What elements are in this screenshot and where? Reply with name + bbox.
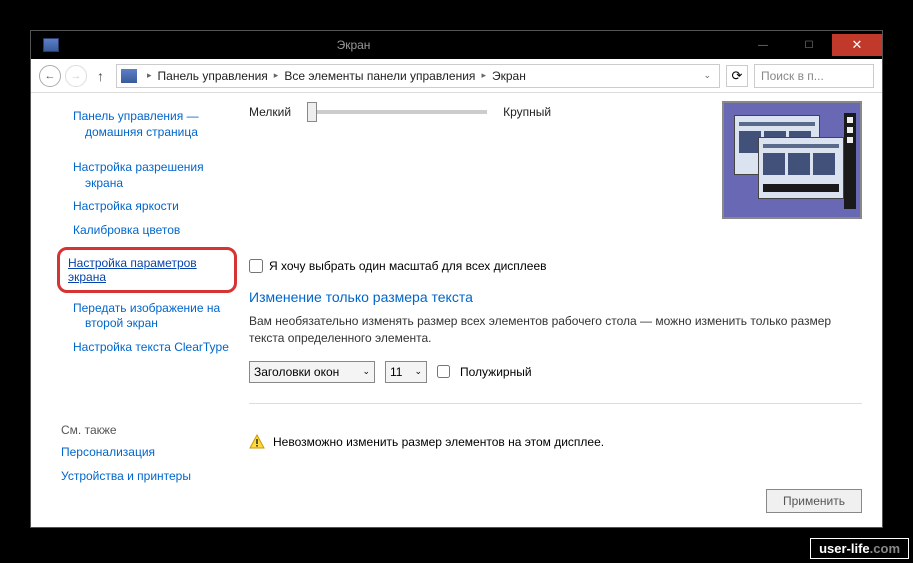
up-button[interactable]: ↑ <box>97 68 104 84</box>
breadcrumb-dropdown[interactable]: ⌄ <box>699 70 715 81</box>
app-icon <box>43 38 59 52</box>
forward-button[interactable]: → <box>65 65 87 87</box>
shield-icon <box>31 222 41 236</box>
sidebar-link-home[interactable]: Панель управления — домашняя страница <box>55 105 237 144</box>
warning-text: Невозможно изменить размер элементов на … <box>273 435 604 449</box>
sidebar-link-label: Настройка параметров экрана <box>68 256 197 284</box>
uniform-scale-checkbox[interactable] <box>249 259 263 273</box>
titlebar: Экран — ☐ ✕ <box>31 31 882 59</box>
breadcrumb-bar[interactable]: ▸ Панель управления ▸ Все элементы панел… <box>116 64 720 88</box>
search-input[interactable]: Поиск в п... <box>754 64 874 88</box>
minimize-button[interactable]: — <box>740 34 786 56</box>
sidebar-link-calibration[interactable]: Калибровка цветов <box>55 219 237 243</box>
warning-icon <box>249 434 265 450</box>
bold-checkbox[interactable] <box>437 365 450 378</box>
see-also-label: См. также <box>61 419 237 441</box>
breadcrumb-sep: ▸ <box>270 70 283 81</box>
sidebar-link-brightness[interactable]: Настройка яркости <box>55 195 237 219</box>
sidebar-link-params-highlighted[interactable]: Настройка параметров экрана <box>57 247 237 293</box>
preview-scrollbar <box>844 113 856 209</box>
apply-button[interactable]: Применить <box>766 489 862 513</box>
slider-label-large: Крупный <box>503 105 551 119</box>
back-button[interactable]: ← <box>39 65 61 87</box>
sidebar-link-label: Калибровка цветов <box>73 223 180 237</box>
control-panel-window: Экран — ☐ ✕ ← → ↑ ▸ Панель управления ▸ … <box>30 30 883 528</box>
breadcrumb-part[interactable]: Экран <box>490 69 528 83</box>
sidebar-see-also: См. также Персонализация Устройства и пр… <box>43 419 237 488</box>
close-button[interactable]: ✕ <box>832 34 882 56</box>
checkbox-label: Я хочу выбрать один масштаб для всех дис… <box>269 259 547 273</box>
breadcrumb-part[interactable]: Все элементы панели управления <box>282 69 477 83</box>
slider-label-small: Мелкий <box>249 105 291 119</box>
divider <box>249 403 862 404</box>
chevron-down-icon: ⌄ <box>414 366 422 377</box>
sidebar-link-devices[interactable]: Устройства и принтеры <box>61 465 237 489</box>
text-size-controls: Заголовки окон ⌄ 11 ⌄ Полужирный <box>249 361 862 383</box>
sidebar-link-cleartype[interactable]: Настройка текста ClearType <box>55 336 237 360</box>
display-preview <box>722 101 862 219</box>
scaling-slider[interactable] <box>307 110 487 114</box>
window-controls: — ☐ ✕ <box>740 34 882 56</box>
warning-row: Невозможно изменить размер элементов на … <box>249 434 862 450</box>
text-size-heading: Изменение только размера текста <box>249 289 862 305</box>
sidebar-link-cast[interactable]: Передать изображение на второй экран <box>55 297 237 336</box>
breadcrumb-sep: ▸ <box>477 70 490 81</box>
navigation-toolbar: ← → ↑ ▸ Панель управления ▸ Все элементы… <box>31 59 882 93</box>
maximize-button[interactable]: ☐ <box>786 34 832 56</box>
refresh-button[interactable]: ⟳ <box>726 65 748 87</box>
sidebar-link-personalization[interactable]: Персонализация <box>61 441 237 465</box>
sidebar: Панель управления — домашняя страница На… <box>31 93 241 527</box>
watermark: user-life.com <box>810 538 909 559</box>
bold-label: Полужирный <box>460 365 532 379</box>
preview-window <box>758 137 844 199</box>
content-area: Панель управления — домашняя страница На… <box>31 93 882 527</box>
size-select[interactable]: 11 ⌄ <box>385 361 427 383</box>
breadcrumb-icon <box>121 69 137 83</box>
slider-thumb[interactable] <box>307 102 317 122</box>
element-select[interactable]: Заголовки окон ⌄ <box>249 361 375 383</box>
window-title: Экран <box>67 38 740 52</box>
chevron-down-icon: ⌄ <box>362 366 370 377</box>
breadcrumb-sep: ▸ <box>143 70 156 81</box>
select-value: 11 <box>390 365 402 379</box>
select-value: Заголовки окон <box>254 365 339 379</box>
uniform-scale-row: Я хочу выбрать один масштаб для всех дис… <box>249 259 862 273</box>
main-panel: Мелкий Крупный <box>241 93 882 527</box>
text-size-description: Вам необязательно изменять размер всех э… <box>249 313 862 347</box>
breadcrumb-part[interactable]: Панель управления <box>156 69 270 83</box>
sidebar-link-resolution[interactable]: Настройка разрешения экрана <box>55 156 237 195</box>
